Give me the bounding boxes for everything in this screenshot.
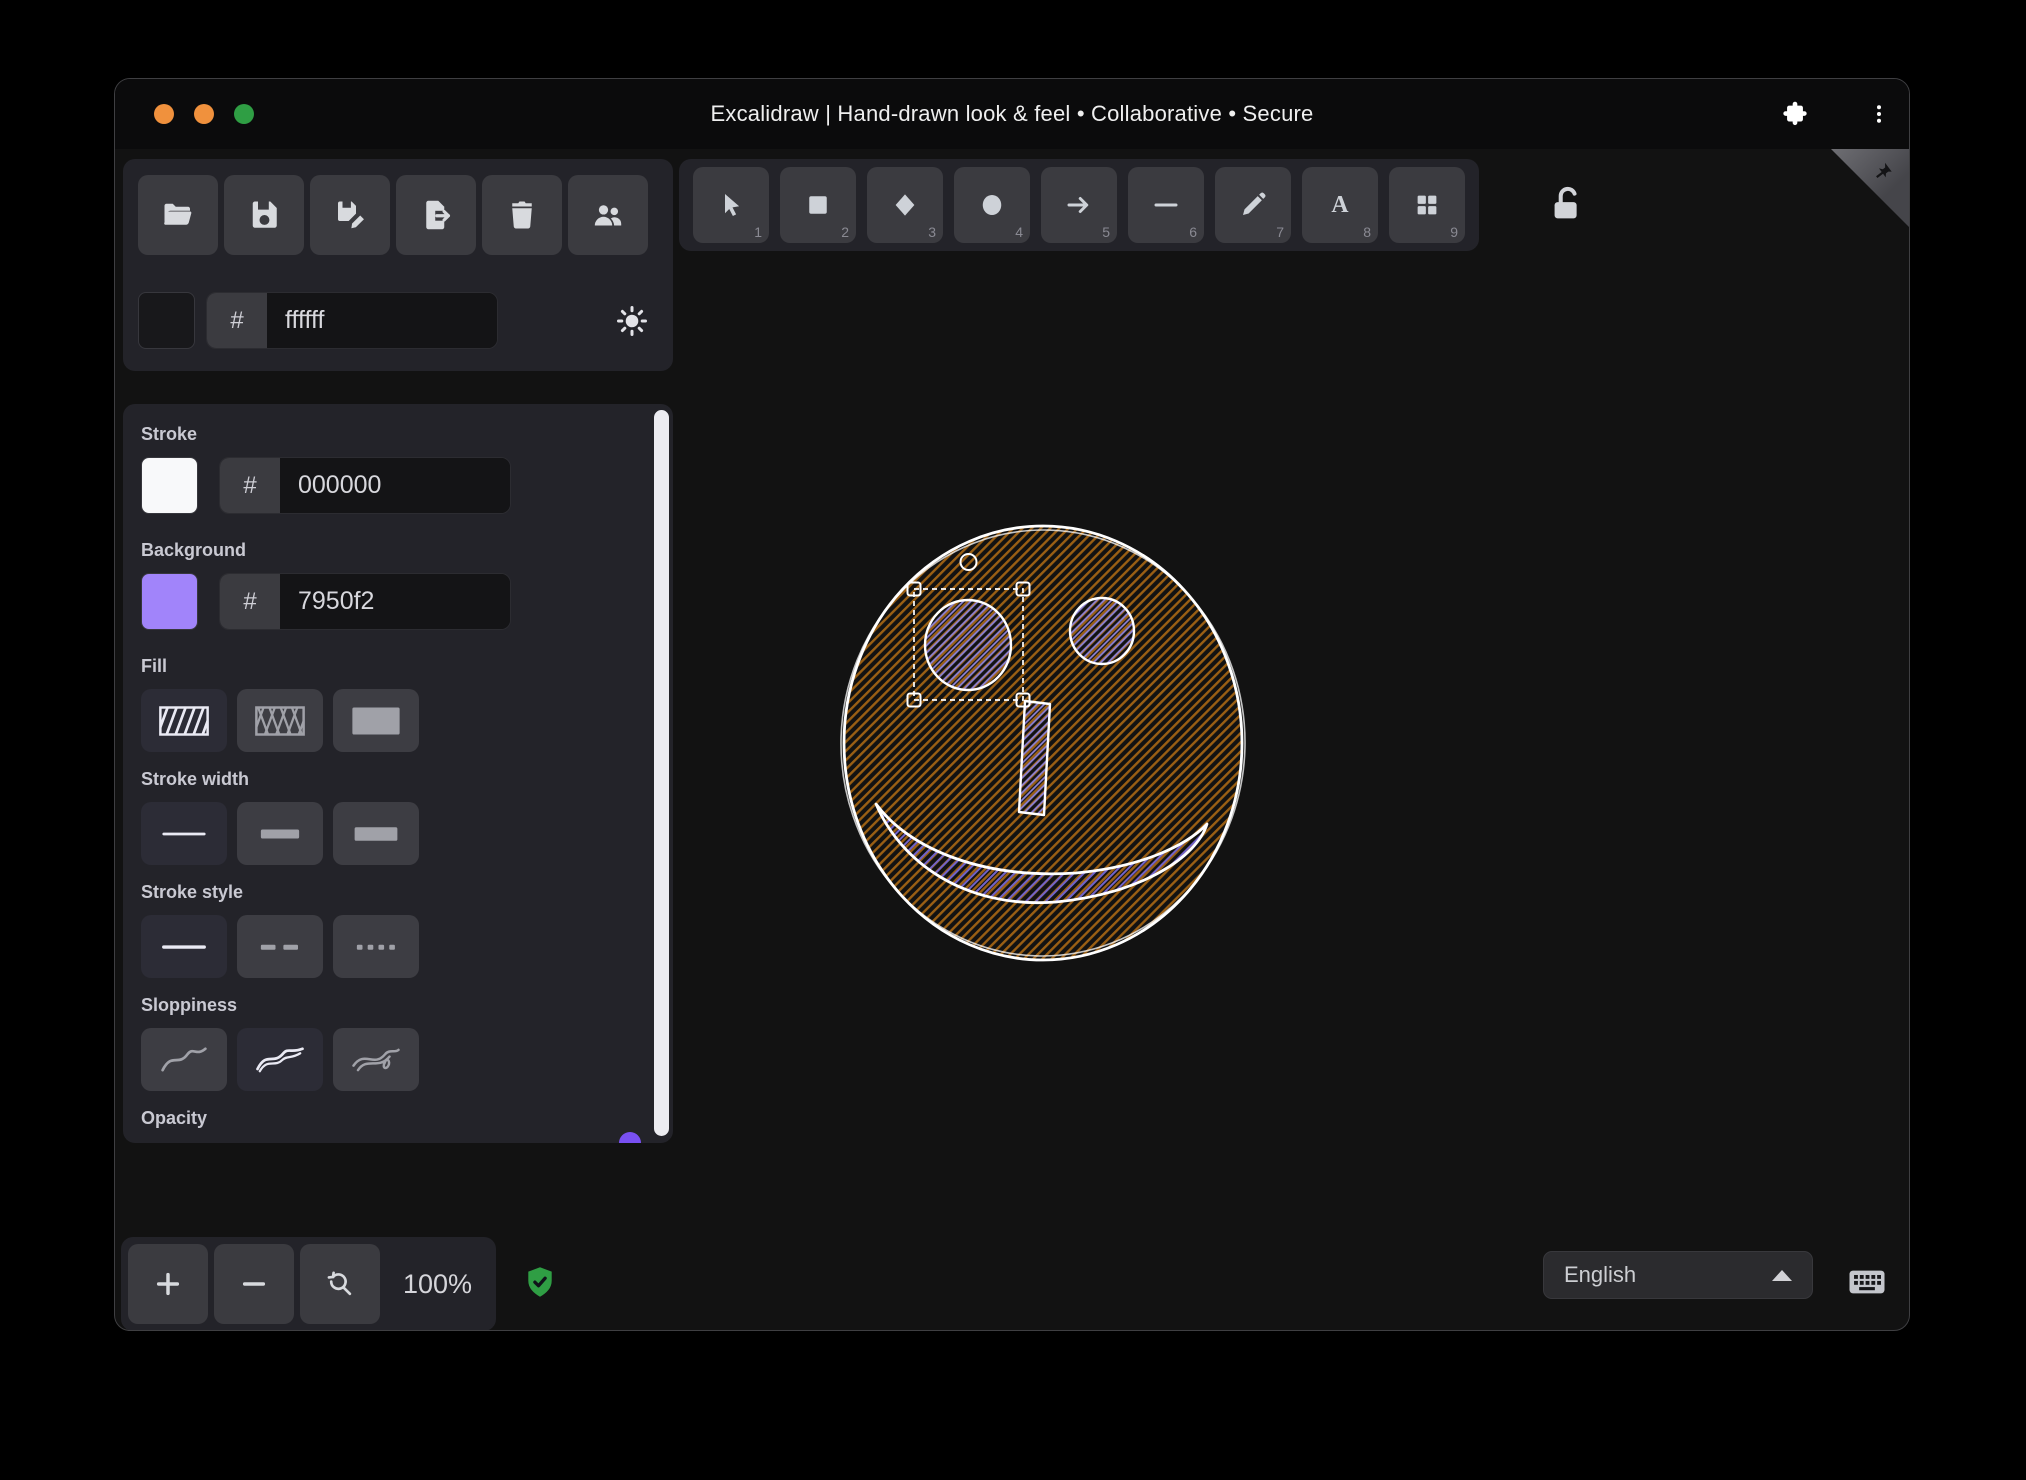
language-select[interactable]: English <box>1543 1251 1813 1299</box>
titlebar: Excalidraw | Hand-drawn look & feel • Co… <box>115 79 1909 149</box>
zoom-reset-icon <box>324 1268 356 1300</box>
nose[interactable] <box>1019 701 1050 815</box>
drawing-canvas[interactable] <box>115 149 1910 1331</box>
smiley-face-drawing[interactable] <box>835 524 1251 961</box>
kebab-menu-icon[interactable] <box>1867 100 1891 128</box>
zoom-level[interactable]: 100% <box>386 1269 489 1300</box>
plus-icon <box>152 1268 184 1300</box>
caret-up-icon <box>1772 1270 1792 1281</box>
shield-check-icon[interactable] <box>522 1261 558 1303</box>
app-window: Excalidraw | Hand-drawn look & feel • Co… <box>114 78 1910 1331</box>
right-eye[interactable] <box>1070 598 1134 664</box>
left-eye[interactable] <box>925 600 1011 690</box>
keyboard-icon[interactable] <box>1839 1261 1895 1303</box>
zoom-bar: 100% <box>121 1237 496 1331</box>
zoom-out-button[interactable] <box>214 1244 294 1324</box>
minus-icon <box>238 1268 270 1300</box>
zoom-reset-button[interactable] <box>300 1244 380 1324</box>
window-title: Excalidraw | Hand-drawn look & feel • Co… <box>115 79 1909 149</box>
language-value: English <box>1564 1262 1636 1288</box>
zoom-in-button[interactable] <box>128 1244 208 1324</box>
extensions-puzzle-icon[interactable] <box>1781 100 1809 128</box>
